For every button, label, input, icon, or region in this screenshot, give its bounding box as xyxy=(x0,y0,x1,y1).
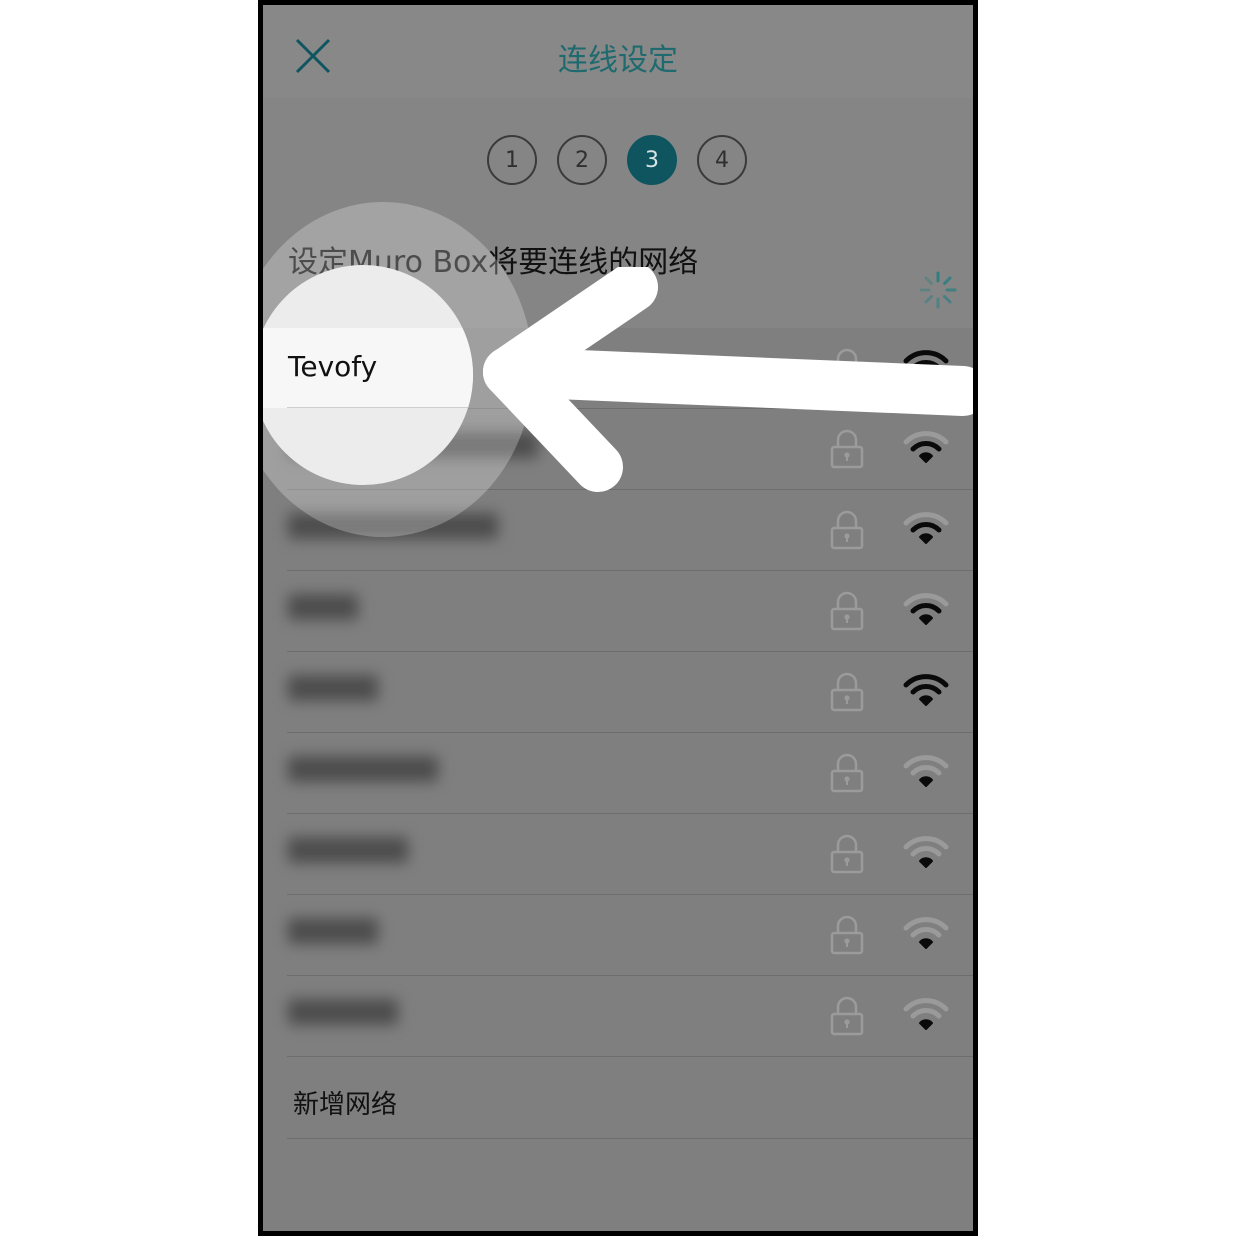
lock-icon xyxy=(830,996,864,1036)
lock-icon xyxy=(830,672,864,712)
lock-icon xyxy=(830,753,864,793)
wifi-signal-icon xyxy=(903,917,949,951)
network-row[interactable] xyxy=(263,733,973,814)
network-name-redacted xyxy=(288,837,408,870)
phone-screen: 连线设定 1 2 3 4 设定Muro Box将要连线的网络 Tevofy 新增网… xyxy=(258,0,978,1236)
page-title: 连线设定 xyxy=(558,43,678,78)
wifi-signal-icon xyxy=(903,512,949,546)
add-network-row[interactable]: 新增网络 xyxy=(263,1057,973,1139)
lock-icon xyxy=(830,429,864,469)
lock-icon xyxy=(830,915,864,955)
wifi-signal-icon xyxy=(903,431,949,465)
network-name-redacted xyxy=(288,675,378,708)
network-name-redacted xyxy=(288,432,538,465)
network-list: Tevofy 新增网络 xyxy=(263,328,973,1139)
wifi-signal-icon xyxy=(903,755,949,789)
network-row[interactable] xyxy=(263,652,973,733)
network-row[interactable] xyxy=(263,976,973,1057)
network-name-redacted xyxy=(288,999,398,1032)
loading-spinner-icon xyxy=(919,271,957,309)
lock-icon xyxy=(830,348,864,388)
network-name: Tevofy xyxy=(288,351,378,384)
step-indicator: 1 2 3 4 xyxy=(263,98,973,328)
network-name-redacted xyxy=(288,594,358,627)
wifi-signal-icon xyxy=(903,350,949,384)
step-3-active[interactable]: 3 xyxy=(627,135,677,185)
instruction-text: 设定Muro Box将要连线的网络 xyxy=(288,245,699,280)
wifi-signal-icon xyxy=(903,998,949,1032)
lock-icon xyxy=(830,510,864,550)
add-network-label: 新增网络 xyxy=(293,1090,398,1120)
network-name-redacted xyxy=(288,756,438,789)
network-row[interactable]: Tevofy xyxy=(263,328,973,409)
step-2[interactable]: 2 xyxy=(557,135,607,185)
network-row[interactable] xyxy=(263,814,973,895)
network-name-redacted xyxy=(288,918,378,951)
network-row[interactable] xyxy=(263,571,973,652)
wifi-signal-icon xyxy=(903,674,949,708)
network-name-redacted xyxy=(288,513,498,546)
network-row[interactable] xyxy=(263,409,973,490)
wifi-signal-icon xyxy=(903,593,949,627)
top-bar: 连线设定 xyxy=(263,5,973,98)
lock-icon xyxy=(830,591,864,631)
step-1[interactable]: 1 xyxy=(487,135,537,185)
step-4[interactable]: 4 xyxy=(697,135,747,185)
network-row[interactable] xyxy=(263,895,973,976)
lock-icon xyxy=(830,834,864,874)
wifi-signal-icon xyxy=(903,836,949,870)
network-row[interactable] xyxy=(263,490,973,571)
